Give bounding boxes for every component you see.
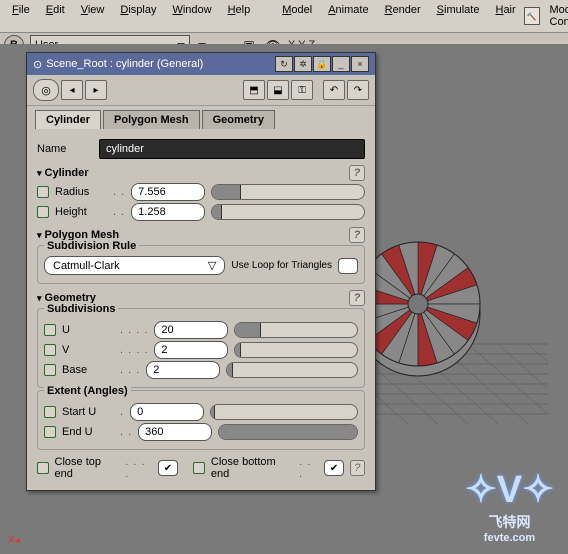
pin-icon[interactable]: ⊙ [33,58,42,71]
endu-label: End U [62,426,114,438]
endu-input[interactable]: 360 [138,423,212,441]
extent-title: Extent (Angles) [44,385,131,397]
property-panel: ⊙ Scene_Root : cylinder (General) ↻ ✲ 🔒 … [26,52,376,491]
tab-polygon-mesh[interactable]: Polygon Mesh [103,110,200,129]
radius-label: Radius [55,186,107,198]
panel-titlebar[interactable]: ⊙ Scene_Root : cylinder (General) ↻ ✲ 🔒 … [27,53,375,75]
startu-label: Start U [62,406,114,418]
closetop-checkbox[interactable] [158,460,177,476]
refresh-icon[interactable]: ↻ [275,56,293,72]
subrule-select[interactable]: Catmull-Clark▽ [44,256,225,275]
axis-indicator: X◂ [8,535,20,546]
subrule-title: Subdivision Rule [44,240,139,252]
panel-tabs: Cylinder Polygon Mesh Geometry [27,106,375,129]
loop-checkbox[interactable] [338,258,358,274]
anim-toggle-closetop[interactable] [37,462,49,474]
close-icon[interactable]: × [351,56,369,72]
target-icon[interactable]: ◎ [33,79,59,101]
menu-file[interactable]: File [4,2,38,30]
name-label: Name [37,143,93,155]
logo-text: 飞特网 [465,512,554,532]
u-slider[interactable] [234,322,358,338]
lock-icon[interactable]: 🔒 [313,56,331,72]
menu-edit[interactable]: Edit [38,2,73,30]
panel-body: Name cylinder Cylinder? Radius . . 7.556… [27,129,375,490]
anim-toggle-radius[interactable] [37,186,49,198]
height-slider[interactable] [211,204,365,220]
endu-slider[interactable] [218,424,358,440]
loop-label: Use Loop for Triangles [231,260,332,271]
u-input[interactable]: 20 [154,321,228,339]
height-label: Height [55,206,107,218]
menu-window[interactable]: Window [164,2,219,30]
prev-icon[interactable]: ◂ [61,80,83,100]
menu-view[interactable]: View [73,2,113,30]
logo-url: fevte.com [465,532,554,544]
help-icon[interactable]: ? [349,290,365,306]
anim-toggle-endu[interactable] [44,426,56,438]
panel-toolbar: ◎ ◂ ▸ ⬒ ⬓ ⚿ ↶ ↷ [27,75,375,106]
startu-slider[interactable] [210,404,358,420]
height-input[interactable]: 1.258 [131,203,205,221]
tab-geometry[interactable]: Geometry [202,110,275,129]
menu-animate[interactable]: Animate [320,2,376,30]
next-icon[interactable]: ▸ [85,80,107,100]
anim-toggle-closebottom[interactable] [193,462,205,474]
menu-hair[interactable]: Hair [487,2,523,30]
anim-toggle-v[interactable] [44,344,56,356]
minimize-icon[interactable]: _ [332,56,350,72]
radius-input[interactable]: 7.556 [131,183,205,201]
redo-icon[interactable]: ↷ [347,80,369,100]
menu-simulate[interactable]: Simulate [429,2,488,30]
name-input[interactable]: cylinder [99,139,365,159]
menu-display[interactable]: Display [112,2,164,30]
save-icon[interactable]: ⬓ [267,80,289,100]
closebottom-checkbox[interactable] [324,460,343,476]
logo-icon: ✧V✧ [465,467,554,512]
watermark-logo: ✧V✧ 飞特网 fevte.com [465,467,554,544]
help-icon[interactable]: ? [350,460,365,476]
menu-help[interactable]: Help [220,2,259,30]
help-icon[interactable]: ? [349,165,365,181]
tab-cylinder[interactable]: Cylinder [35,110,101,129]
gear-icon[interactable]: ✲ [294,56,312,72]
anim-toggle-base[interactable] [44,364,56,376]
base-label: Base [62,364,114,376]
undo-icon[interactable]: ↶ [323,80,345,100]
key-icon[interactable]: ⚿ [291,80,313,100]
v-slider[interactable] [234,342,358,358]
closetop-label: Close top end [55,456,120,480]
v-input[interactable]: 2 [154,341,228,359]
base-input[interactable]: 2 [146,361,220,379]
help-icon[interactable]: ? [349,227,365,243]
panel-title: Scene_Root : cylinder (General) [46,58,203,70]
v-label: V [62,344,114,356]
radius-slider[interactable] [211,184,365,200]
anim-toggle-u[interactable] [44,324,56,336]
menu-extra[interactable]: Modeling Cons [542,2,568,30]
closebottom-label: Close bottom end [211,456,293,480]
u-label: U [62,324,114,336]
main-menu: File Edit View Display Window Help Model… [0,0,568,33]
menu-model[interactable]: Model [274,2,320,30]
section-cylinder[interactable]: Cylinder? [37,165,365,181]
base-slider[interactable] [226,362,358,378]
startu-input[interactable]: 0 [130,403,204,421]
menu-render[interactable]: Render [377,2,429,30]
anim-toggle-height[interactable] [37,206,49,218]
subdivisions-title: Subdivisions [44,303,118,315]
construction-mode-button[interactable]: 🔨 [524,7,540,25]
anim-toggle-startu[interactable] [44,406,56,418]
load-icon[interactable]: ⬒ [243,80,265,100]
